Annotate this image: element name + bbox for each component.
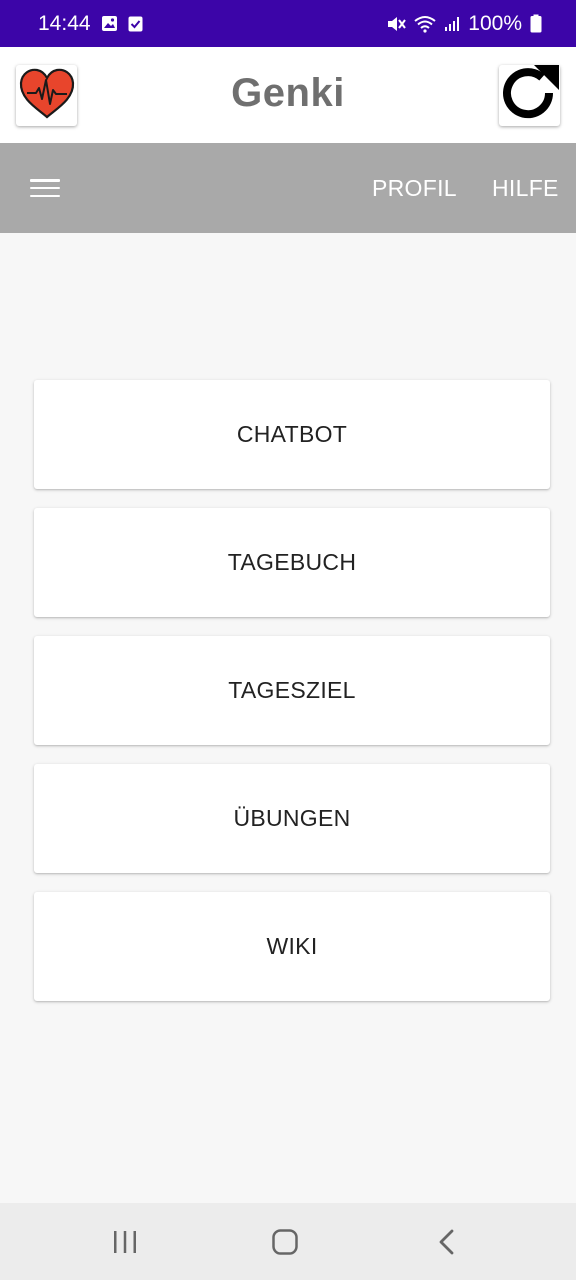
profil-link[interactable]: PROFIL <box>372 175 457 202</box>
signal-icon <box>444 16 460 32</box>
system-nav-bar <box>0 1203 576 1280</box>
app-header: Genki <box>0 47 576 143</box>
status-bar: 14:44 100% <box>0 0 576 47</box>
hilfe-link[interactable]: HILFE <box>492 175 559 202</box>
tagesziel-button[interactable]: TAGESZIEL <box>34 636 550 745</box>
app-title: Genki <box>231 71 345 115</box>
tagebuch-button[interactable]: TAGEBUCH <box>34 508 550 617</box>
wifi-icon <box>414 15 436 33</box>
recent-apps-icon[interactable] <box>111 1227 139 1257</box>
status-right: 100% <box>386 12 542 36</box>
uebungen-button[interactable]: ÜBUNGEN <box>34 764 550 873</box>
image-icon <box>101 15 118 32</box>
hamburger-menu-icon[interactable] <box>30 176 60 200</box>
battery-percent: 100% <box>468 11 522 35</box>
refresh-button[interactable] <box>499 65 560 126</box>
refresh-icon <box>499 62 561 129</box>
battery-icon <box>530 14 542 33</box>
checkbox-icon <box>128 15 143 32</box>
toolbar: PROFIL HILFE <box>0 143 576 233</box>
mute-icon <box>386 15 407 33</box>
chatbot-button[interactable]: CHATBOT <box>34 380 550 489</box>
status-left: 14:44 <box>38 12 143 36</box>
main-button-list: CHATBOT TAGEBUCH TAGESZIEL ÜBUNGEN WIKI <box>34 380 550 1020</box>
back-icon[interactable] <box>436 1227 458 1257</box>
home-icon[interactable] <box>271 1227 299 1257</box>
wiki-button[interactable]: WIKI <box>34 892 550 1001</box>
status-time: 14:44 <box>38 11 91 35</box>
